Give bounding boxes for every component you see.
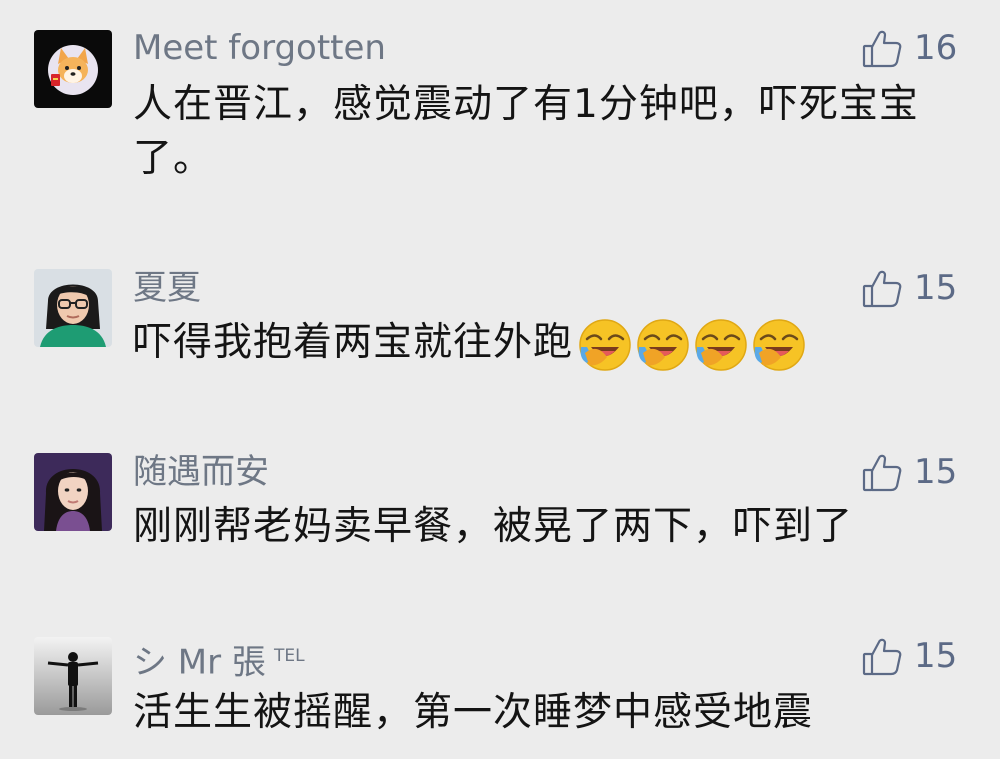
- like-count: 16: [914, 28, 958, 68]
- thumbs-up-icon: [860, 26, 904, 70]
- like-button[interactable]: 15: [860, 634, 957, 678]
- like-count: 15: [914, 452, 958, 492]
- username[interactable]: シ Mr 張 TEL: [133, 636, 305, 682]
- like-count: 15: [914, 636, 958, 676]
- like-count: 15: [914, 268, 958, 308]
- shiba-dog-avatar[interactable]: [34, 30, 112, 108]
- laughing-crying-emoji: [751, 317, 807, 373]
- woman-glasses-avatar[interactable]: [34, 269, 112, 347]
- emoji-row: [577, 317, 809, 373]
- username-text: Meet forgotten: [133, 28, 386, 68]
- like-button[interactable]: 15: [860, 266, 957, 310]
- thumbs-up-icon: [860, 266, 904, 310]
- thumbs-up-icon: [860, 634, 904, 678]
- username[interactable]: Meet forgotten: [133, 28, 386, 68]
- comment-text: 人在晋江，感觉震动了有1分钟吧，吓死宝宝了。: [133, 82, 919, 181]
- like-button[interactable]: 15: [860, 450, 957, 494]
- comment-text: 刚刚帮老妈卖早餐，被晃了两下，吓到了: [133, 504, 854, 549]
- laughing-crying-emoji: [577, 317, 633, 373]
- laughing-crying-emoji: [635, 317, 691, 373]
- username-tag: TEL: [273, 646, 305, 666]
- username-text: シ Mr 張: [133, 642, 266, 683]
- comment-list: Meet forgotten 16 人在晋江，感觉震动了有1分钟吧，吓死宝宝了。: [0, 0, 1000, 759]
- thumbs-up-icon: [860, 450, 904, 494]
- username-text: 夏夏: [133, 268, 201, 308]
- comment-text: 活生生被摇醒，第一次睡梦中感受地震: [133, 690, 814, 735]
- username[interactable]: 夏夏: [133, 268, 201, 308]
- man-standing-avatar[interactable]: [34, 637, 112, 715]
- comment-text: 吓得我抱着两宝就往外跑: [133, 316, 963, 373]
- woman-portrait-avatar[interactable]: [34, 453, 112, 531]
- laughing-crying-emoji: [693, 317, 749, 373]
- username-text: 随遇而安: [133, 452, 269, 492]
- like-button[interactable]: 16: [860, 26, 957, 70]
- username[interactable]: 随遇而安: [133, 452, 269, 492]
